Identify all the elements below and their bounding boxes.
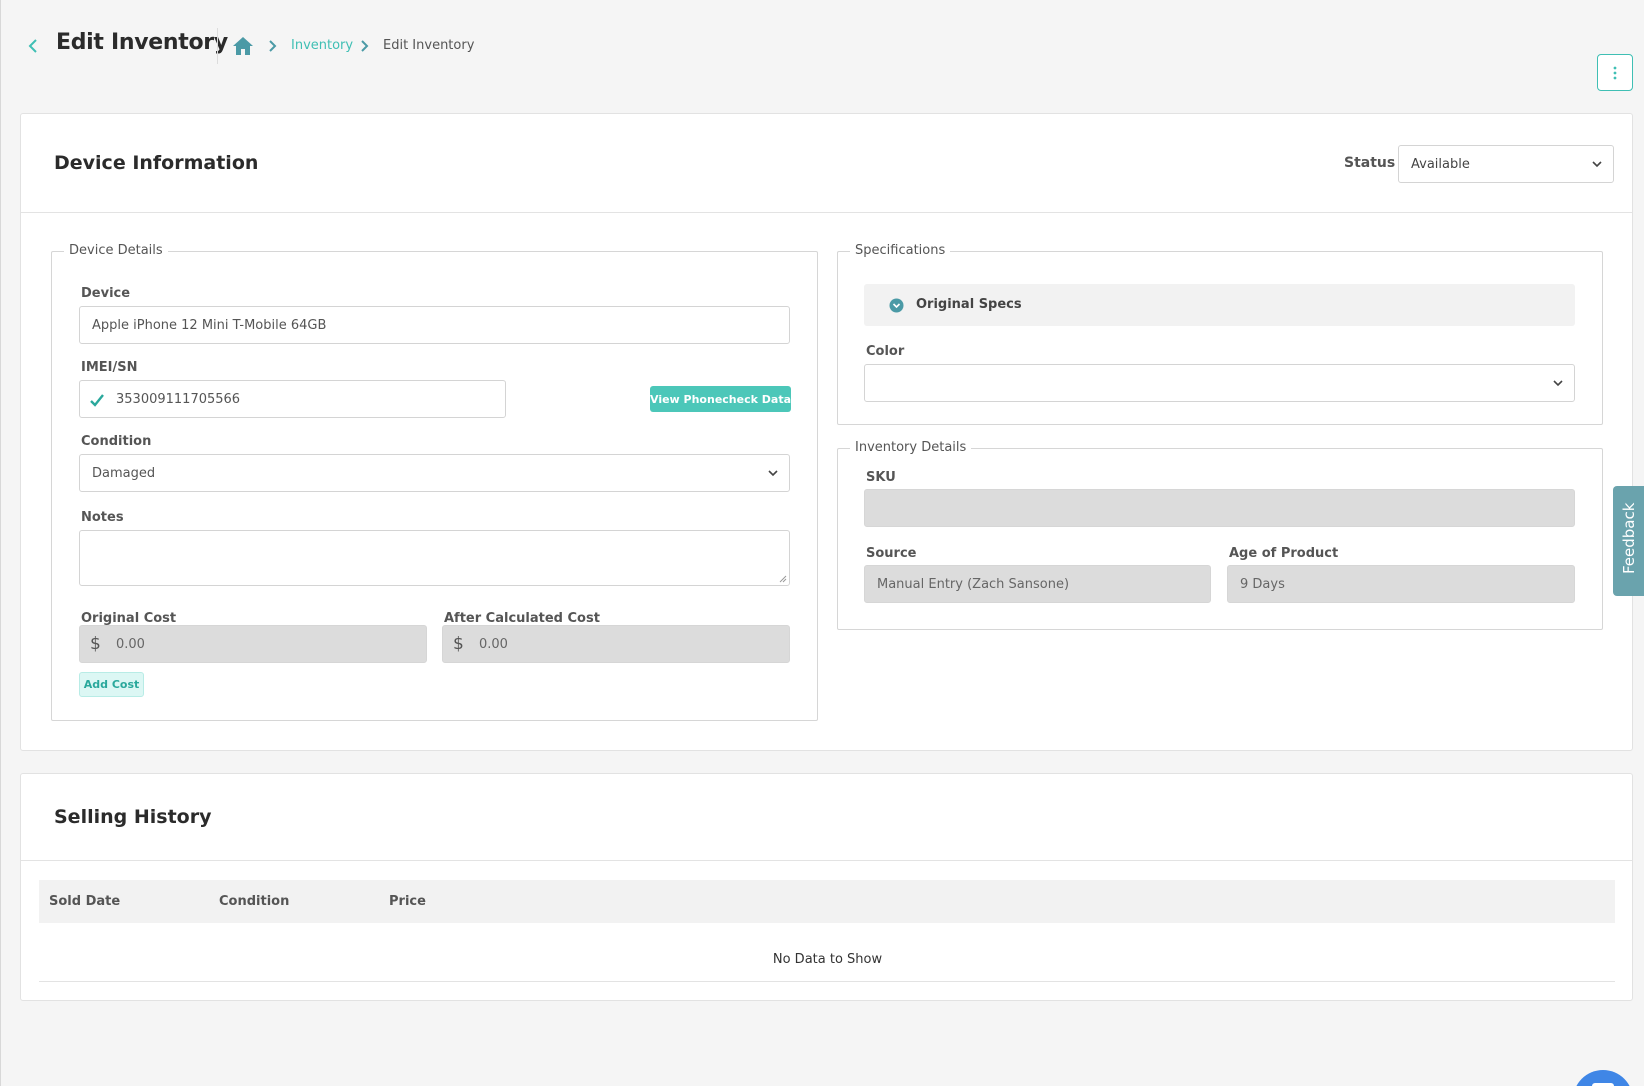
status-label: Status — [1344, 155, 1396, 171]
table-header: Sold Date Condition Price — [39, 880, 1615, 923]
notes-textarea[interactable] — [79, 530, 790, 586]
table-bottom-border — [39, 981, 1615, 982]
chevron-down-icon — [1592, 161, 1602, 168]
status-select[interactable]: Available — [1398, 145, 1614, 183]
view-phonecheck-data-button[interactable]: View Phonecheck Data — [650, 386, 791, 412]
device-information-card: Device Information Status Available Devi… — [20, 113, 1633, 751]
card-divider — [21, 860, 1632, 861]
breadcrumb-current: Edit Inventory — [383, 38, 475, 53]
notes-label: Notes — [81, 510, 124, 525]
chevron-down-icon — [1553, 380, 1563, 387]
original-specs-toggle[interactable]: Original Specs — [864, 284, 1575, 326]
color-label: Color — [866, 344, 905, 359]
chat-icon — [1592, 1083, 1614, 1086]
sku-label: SKU — [866, 470, 896, 485]
selling-history-card: Selling History Sold Date Condition Pric… — [20, 773, 1633, 1001]
currency-symbol: $ — [90, 634, 101, 654]
device-label: Device — [81, 286, 131, 301]
column-price[interactable]: Price — [389, 894, 426, 909]
device-details-legend: Device Details — [64, 243, 168, 258]
chat-bubble-button[interactable] — [1573, 1070, 1633, 1086]
original-specs-label: Original Specs — [916, 297, 1022, 312]
age-of-product-value: 9 Days — [1240, 577, 1285, 592]
empty-table-message: No Data to Show — [772, 952, 883, 967]
age-of-product-input: 9 Days — [1227, 565, 1575, 603]
color-select[interactable] — [864, 364, 1575, 402]
source-value: Manual Entry (Zach Sansone) — [877, 577, 1070, 592]
back-chevron-icon[interactable] — [25, 36, 41, 56]
column-sold-date[interactable]: Sold Date — [49, 894, 120, 909]
inventory-details-group: Inventory Details SKU Source Manual Entr… — [837, 440, 1603, 630]
card-divider — [21, 212, 1632, 213]
device-input[interactable]: Apple iPhone 12 Mini T-Mobile 64GB — [79, 306, 790, 344]
source-label: Source — [866, 546, 917, 561]
imei-label: IMEI/SN — [81, 360, 138, 375]
feedback-label: Feedback — [1620, 502, 1638, 574]
age-of-product-label: Age of Product — [1229, 546, 1339, 561]
after-calculated-cost-value: 0.00 — [479, 637, 508, 652]
more-options-button[interactable] — [1597, 54, 1633, 91]
title-divider — [217, 28, 218, 64]
chevron-right-icon — [269, 40, 277, 52]
breadcrumb-inventory[interactable]: Inventory — [291, 38, 353, 53]
chevron-down-icon — [768, 470, 778, 477]
imei-input[interactable]: 353009111705566 — [79, 380, 506, 418]
checkmark-icon — [90, 394, 104, 407]
device-details-group: Device Details Device Apple iPhone 12 Mi… — [51, 243, 818, 721]
page-title: Edit Inventory — [56, 30, 228, 55]
original-cost-input: $ 0.00 — [79, 625, 427, 663]
device-information-title: Device Information — [54, 152, 259, 174]
resize-handle-icon[interactable] — [779, 575, 787, 583]
page-header: Edit Inventory Inventory Edit Inventory — [1, 0, 1644, 95]
vertical-dots-icon — [1613, 66, 1617, 79]
status-value: Available — [1411, 157, 1470, 172]
home-icon[interactable] — [232, 36, 254, 56]
condition-value: Damaged — [92, 466, 156, 481]
sku-input — [864, 489, 1575, 527]
condition-label: Condition — [81, 434, 152, 449]
feedback-tab[interactable]: Feedback — [1613, 486, 1644, 596]
inventory-details-legend: Inventory Details — [850, 440, 972, 455]
after-calculated-cost-input: $ 0.00 — [442, 625, 790, 663]
imei-value: 353009111705566 — [116, 392, 241, 407]
after-calculated-cost-label: After Calculated Cost — [444, 611, 600, 626]
original-cost-label: Original Cost — [81, 611, 177, 626]
source-input: Manual Entry (Zach Sansone) — [864, 565, 1211, 603]
original-cost-value: 0.00 — [116, 637, 145, 652]
chevron-right-icon — [361, 40, 369, 52]
add-cost-button[interactable]: Add Cost — [79, 672, 144, 697]
currency-symbol: $ — [453, 634, 464, 654]
device-value: Apple iPhone 12 Mini T-Mobile 64GB — [92, 318, 327, 333]
condition-select[interactable]: Damaged — [79, 454, 790, 492]
selling-history-title: Selling History — [54, 806, 212, 828]
column-condition[interactable]: Condition — [219, 894, 289, 909]
specifications-group: Specifications Original Specs Color — [837, 243, 1603, 425]
specifications-legend: Specifications — [850, 243, 951, 258]
chevron-circle-down-icon — [889, 298, 904, 313]
